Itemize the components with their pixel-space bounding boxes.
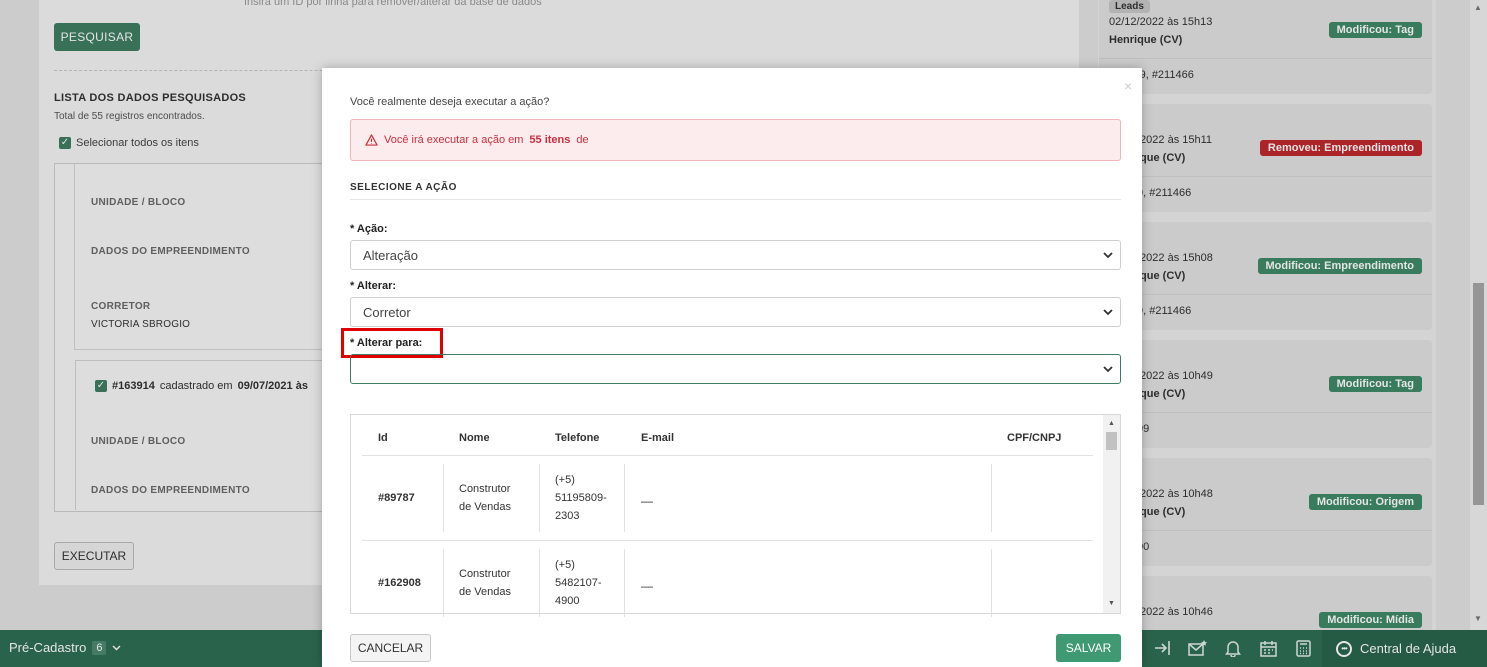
row-phone-line: (+5) [555,474,575,486]
row-name-line: de Vendas [459,586,511,598]
column-divider [991,549,992,617]
modal-question: Você realmente deseja executar a ação? [350,96,550,108]
change-select-value: Corretor [363,304,411,320]
chevron-down-icon [1103,309,1113,316]
column-divider [443,549,444,617]
action-select-value: Alteração [363,247,418,263]
column-divider [539,464,540,532]
column-divider [443,464,444,532]
row-phone: (+5) 5482107- 4900 [555,556,602,610]
row-name: Construtor de Vendas [459,565,511,601]
row-phone-line: 5482107- [555,577,602,589]
row-phone: (+5) 51195809- 2303 [555,471,607,525]
chevron-down-icon [1103,366,1113,373]
row-email: — [641,494,653,508]
chevron-down-icon [1103,252,1113,259]
row-id: #162908 [378,577,421,589]
row-name-line: de Vendas [459,501,511,513]
column-divider [624,549,625,617]
column-header-name: Nome [459,432,490,444]
column-header-email: E-mail [641,432,675,444]
column-divider [539,549,540,617]
row-phone-line: 51195809- [555,492,607,504]
table-scroll-down-arrow[interactable]: ▼ [1108,600,1115,607]
row-email: — [641,579,653,593]
alert-count: 55 itens [529,134,571,146]
row-phone-line: 2303 [555,510,580,522]
cancel-button[interactable]: CANCELAR [350,634,431,662]
row-phone-line: 4900 [555,595,580,607]
close-icon[interactable]: × [1124,78,1132,94]
section-title: SELECIONE A AÇÃO [350,182,457,193]
row-id: #89787 [378,492,415,504]
column-header-phone: Telefone [555,432,600,444]
warning-icon [365,134,378,146]
alert-prefix: Você irá executar a ação em [384,134,524,146]
change-to-select[interactable] [350,354,1121,384]
column-header-cpf: CPF/CNPJ [1007,432,1062,444]
warning-alert: Você irá executar a ação em 55 itens de [350,119,1121,161]
section-divider [350,199,1121,200]
header-divider [362,455,1093,456]
row-name: Construtor de Vendas [459,480,511,516]
action-label: * Ação: [350,223,388,235]
table-scroll-up-arrow[interactable]: ▲ [1108,420,1115,427]
change-label: * Alterar: [350,280,397,292]
alert-suffix: de [576,134,589,146]
save-button[interactable]: SALVAR [1056,634,1121,662]
row-name-line: Construtor [459,568,511,580]
column-divider [624,464,625,532]
action-select[interactable]: Alteração [350,240,1121,270]
column-header-id: Id [378,432,388,444]
change-select[interactable]: Corretor [350,297,1121,327]
row-phone-line: (+5) [555,559,575,571]
column-divider [991,464,992,532]
row-divider [362,540,1093,541]
table-scrollbar-thumb[interactable] [1106,432,1117,450]
row-name-line: Construtor [459,483,511,495]
